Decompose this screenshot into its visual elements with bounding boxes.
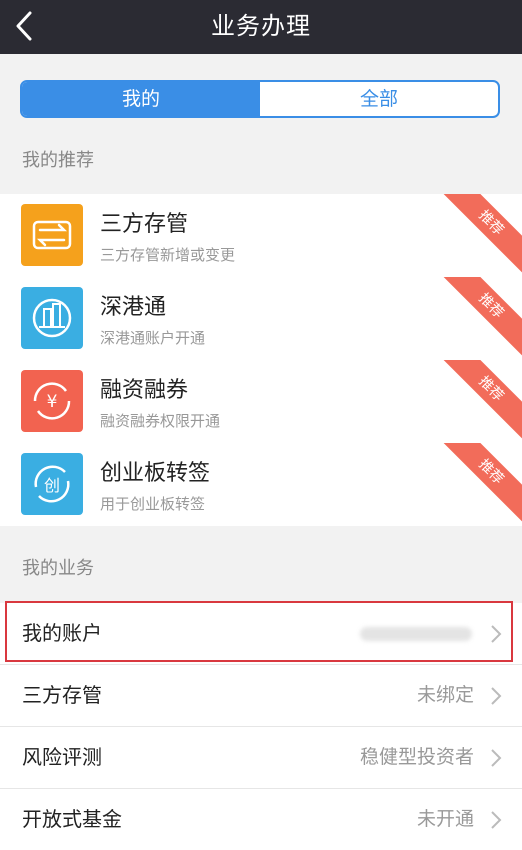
tab-mine[interactable]: 我的 (22, 82, 260, 116)
recommend-item-chinext-resign[interactable]: 创 创业板转签 用于创业板转签 推荐 (0, 443, 522, 526)
business-row-third-party-custody[interactable]: 三方存管 未绑定 (0, 665, 522, 727)
recommend-item-title: 融资融券 (100, 378, 189, 403)
business-row-value: 未开通 (416, 808, 474, 830)
recommend-item-title: 深港通 (100, 295, 167, 320)
recommend-badge: 推荐 (435, 443, 522, 526)
recommend-item-margin-trading[interactable]: ¥ 融资融券 融资融券权限开通 推荐 (0, 360, 522, 443)
chuang-icon: 创 (21, 453, 83, 515)
business-row-my-account[interactable]: 我的账户 (0, 603, 522, 665)
recommend-item-subtitle: 融资融券权限开通 (100, 412, 221, 430)
business-row-value: 稳健型投资者 (359, 746, 474, 768)
recommend-list: 三方存管 三方存管新增或变更 推荐 深港通 深港通账户开通 推荐 ¥ 融资融券 … (0, 194, 522, 526)
recommend-item-shenzhen-hk-connect[interactable]: 深港通 深港通账户开通 推荐 (0, 277, 522, 360)
recommend-item-subtitle: 深港通账户开通 (100, 329, 206, 347)
recommend-badge: 推荐 (435, 360, 522, 443)
recommend-section-title: 我的推荐 (22, 150, 94, 171)
recommend-item-subtitle: 用于创业板转签 (100, 495, 206, 513)
segmented-control: 我的 全部 (20, 80, 500, 118)
chevron-right-icon (491, 811, 502, 829)
transfer-icon (21, 204, 83, 266)
tab-all[interactable]: 全部 (260, 82, 498, 116)
recommend-badge: 推荐 (435, 194, 522, 277)
chevron-right-icon (491, 625, 502, 643)
business-row-open-fund[interactable]: 开放式基金 未开通 (0, 789, 522, 850)
business-row-label: 我的账户 (22, 621, 102, 645)
business-row-risk-assessment[interactable]: 风险评测 稳健型投资者 (0, 727, 522, 789)
business-list: 我的账户 三方存管 未绑定 风险评测 稳健型投资者 开放式基金 未开通 (0, 603, 522, 850)
business-row-label: 开放式基金 (22, 807, 122, 831)
chevron-right-icon (491, 687, 502, 705)
business-row-label: 三方存管 (22, 683, 102, 707)
svg-text:¥: ¥ (47, 392, 58, 412)
page-title: 业务办理 (211, 12, 311, 40)
recommend-item-subtitle: 三方存管新增或变更 (100, 246, 236, 264)
business-section-title: 我的业务 (22, 558, 94, 579)
app-header: 业务办理 (0, 0, 522, 54)
recommend-item-title: 三方存管 (100, 212, 189, 237)
recommend-item-third-party-custody[interactable]: 三方存管 三方存管新增或变更 推荐 (0, 194, 522, 277)
chevron-right-icon (491, 749, 502, 767)
yen-icon: ¥ (21, 370, 83, 432)
recommend-badge: 推荐 (435, 277, 522, 360)
business-row-value: 未绑定 (416, 684, 474, 706)
recommend-item-title: 创业板转签 (100, 461, 211, 486)
building-icon (21, 287, 83, 349)
svg-text:创: 创 (44, 476, 60, 495)
account-value-redacted (360, 627, 472, 641)
business-row-label: 风险评测 (22, 745, 102, 769)
